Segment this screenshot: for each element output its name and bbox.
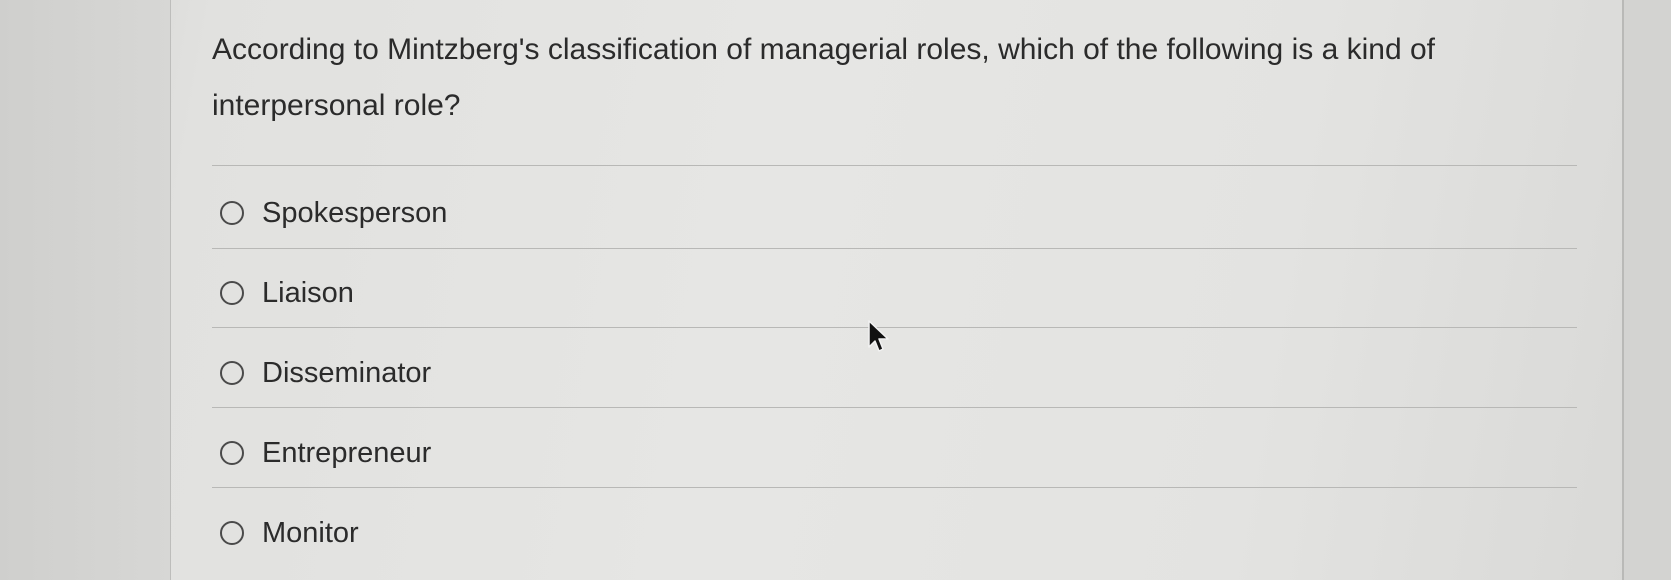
left-margin: [0, 0, 171, 580]
option-liaison[interactable]: Liaison: [220, 273, 354, 313]
option-label: Liaison: [262, 276, 354, 309]
option-label: Disseminator: [262, 356, 432, 389]
radio-unchecked-icon[interactable]: [220, 521, 244, 545]
question-text: According to Mintzberg's classification …: [212, 33, 1435, 122]
radio-unchecked-icon[interactable]: [220, 361, 244, 385]
quiz-screen: According to Mintzberg's classification …: [0, 0, 1671, 580]
divider: [212, 407, 1577, 408]
divider: [212, 487, 1577, 488]
right-margin: [1622, 0, 1671, 580]
option-entrepreneur[interactable]: Entrepreneur: [220, 433, 431, 473]
option-label: Monitor: [262, 516, 359, 549]
option-label: Spokesperson: [262, 196, 448, 229]
divider: [212, 165, 1577, 166]
mouse-pointer-icon: [868, 320, 889, 352]
option-monitor[interactable]: Monitor: [220, 513, 359, 553]
radio-unchecked-icon[interactable]: [220, 441, 244, 465]
option-label: Entrepreneur: [262, 436, 432, 469]
option-disseminator[interactable]: Disseminator: [220, 353, 431, 393]
divider: [212, 327, 1577, 328]
radio-unchecked-icon[interactable]: [220, 201, 244, 225]
radio-unchecked-icon[interactable]: [220, 281, 244, 305]
option-spokesperson[interactable]: Spokesperson: [220, 193, 447, 233]
divider: [212, 248, 1577, 249]
